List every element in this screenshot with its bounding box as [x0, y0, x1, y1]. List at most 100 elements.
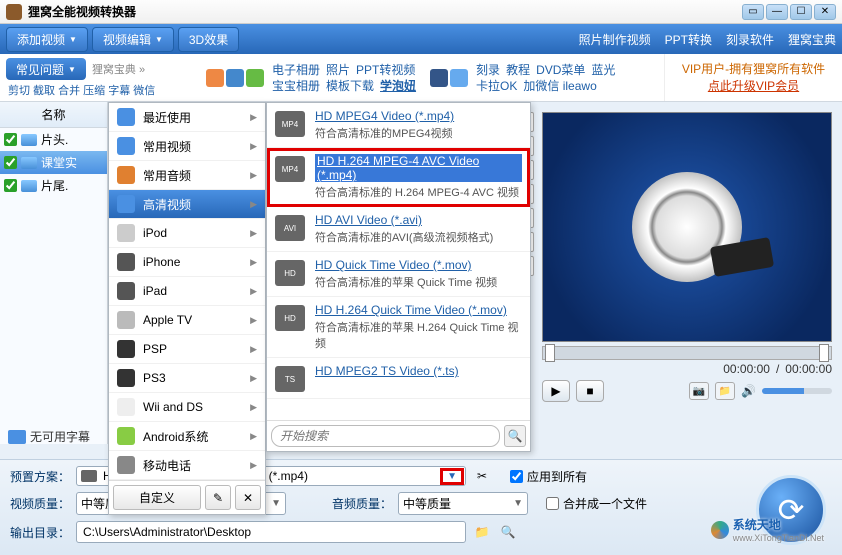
promo-link[interactable]: 卡拉OK	[476, 79, 517, 93]
minimize-button[interactable]: —	[766, 4, 788, 20]
category-item[interactable]: 常用音频▶	[109, 161, 265, 190]
promo-link[interactable]: 模板下载	[326, 79, 374, 93]
delete-button[interactable]: ✕	[235, 485, 261, 510]
format-menu: MP4HD MPEG4 Video (*.mp4)符合高清标准的MPEG4视频M…	[266, 102, 531, 452]
toolbar-link[interactable]: 狸窝宝典	[788, 31, 836, 48]
file-row[interactable]: 片头.	[0, 128, 107, 151]
file-row[interactable]: 片尾.	[0, 174, 107, 197]
chevron-right-icon: ▶	[250, 257, 257, 268]
promo-link[interactable]: 刻录	[476, 63, 500, 77]
play-button[interactable]: ▶	[542, 380, 570, 402]
promo-link[interactable]: 加微信 ileawo	[523, 79, 596, 93]
faq-links-1[interactable]: 剪切 截取 合并 压缩 字幕 微信	[8, 82, 200, 98]
volume-icon[interactable]: 🔊	[741, 384, 756, 398]
format-badge-icon: TS	[275, 366, 305, 392]
vip-text: VIP用户-拥有狸窝所有软件	[665, 60, 842, 77]
promo-link[interactable]: 电子相册	[272, 63, 320, 77]
chevron-right-icon: ▶	[250, 286, 257, 297]
category-item[interactable]: 最近使用▶	[109, 103, 265, 132]
file-row[interactable]: 课堂实	[0, 151, 107, 174]
close-button[interactable]: ✕	[814, 4, 836, 20]
format-desc: 符合高清标准的MPEG4视频	[315, 125, 522, 141]
category-item[interactable]: 高清视频▶	[109, 190, 265, 219]
category-item[interactable]: iPhone▶	[109, 248, 265, 277]
format-item[interactable]: MP4HD MPEG4 Video (*.mp4)符合高清标准的MPEG4视频	[267, 103, 530, 148]
format-badge-icon: AVI	[275, 215, 305, 241]
category-item[interactable]: iPad ▶	[109, 277, 265, 306]
format-item[interactable]: HDHD H.264 Quick Time Video (*.mov)符合高清标…	[267, 297, 530, 358]
format-item[interactable]: TSHD MPEG2 TS Video (*.ts)	[267, 358, 530, 399]
category-item[interactable]: PSP▶	[109, 335, 265, 364]
category-item[interactable]: Wii and DS▶	[109, 393, 265, 422]
format-item[interactable]: MP4HD H.264 MPEG-4 AVC Video (*.mp4)符合高清…	[267, 148, 530, 207]
promo-link[interactable]: 照片	[326, 63, 350, 77]
preview-video[interactable]	[542, 112, 832, 342]
category-icon	[117, 282, 135, 300]
category-icon	[117, 427, 135, 445]
file-checkbox[interactable]	[4, 133, 17, 146]
category-label: 最近使用	[143, 109, 191, 126]
file-checkbox[interactable]	[4, 179, 17, 192]
promo-link[interactable]: 蓝光	[591, 63, 615, 77]
timeline-end-marker[interactable]	[819, 344, 829, 362]
sub-nav: 常见问题 ▼ 狸窝宝典 » 剪切 截取 合并 压缩 字幕 微信 消音 SWF 片…	[0, 54, 842, 102]
preset-label: 预置方案：	[10, 468, 70, 485]
vip-upgrade-link[interactable]: 点此升级VIP会员	[665, 77, 842, 94]
maximize-button[interactable]: ☐	[790, 4, 812, 20]
format-icon	[81, 470, 97, 482]
merge-checkbox[interactable]	[546, 497, 559, 510]
toolbar-link[interactable]: 刻录软件	[726, 31, 774, 48]
output-path-input[interactable]: C:\Users\Administrator\Desktop	[76, 521, 466, 543]
category-icon	[117, 340, 135, 358]
custom-button[interactable]: 自定义	[113, 485, 201, 510]
toolbar-link[interactable]: PPT转换	[665, 31, 712, 48]
settings-button[interactable]: ✂	[472, 466, 492, 486]
vip-box: VIP用户-拥有狸窝所有软件 点此升级VIP会员	[664, 54, 842, 101]
file-checkbox[interactable]	[4, 156, 17, 169]
add-video-button[interactable]: 添加视频▼	[6, 27, 88, 52]
category-item[interactable]: iPod▶	[109, 219, 265, 248]
format-desc: 符合高清标准的 H.264 MPEG-4 AVC 视频	[315, 184, 522, 200]
subtitle-status: 无可用字幕	[8, 428, 90, 445]
promo-link[interactable]: DVD菜单	[536, 63, 585, 77]
promo-link[interactable]: 宝宝相册	[272, 79, 320, 93]
convert-button[interactable]: ⟳	[756, 475, 826, 545]
search-button[interactable]: 🔍	[504, 425, 526, 447]
brand-link[interactable]: 狸窝宝典 »	[92, 57, 151, 77]
audio-quality-combo[interactable]: 中等质量▼	[398, 492, 528, 515]
category-label: 移动电话	[143, 457, 191, 474]
promo-link-bold[interactable]: 学泡妞	[380, 79, 416, 93]
apply-all-checkbox[interactable]	[510, 470, 523, 483]
snapshot-button[interactable]: 📷	[689, 382, 709, 400]
format-item[interactable]: AVIHD AVI Video (*.avi)符合高清标准的AVI(高级流视频格…	[267, 207, 530, 252]
browse-button[interactable]: 📁	[472, 522, 492, 542]
stop-button[interactable]: ■	[576, 380, 604, 402]
category-item[interactable]: 常用视频▶	[109, 132, 265, 161]
open-output-button[interactable]: 🔍	[498, 522, 518, 542]
promo-link[interactable]: PPT转视频	[356, 63, 415, 77]
output-dir-label: 输出目录：	[10, 524, 70, 541]
category-item[interactable]: PS3▶	[109, 364, 265, 393]
category-item[interactable]: Apple TV▶	[109, 306, 265, 335]
category-icon	[117, 108, 135, 126]
3d-effect-button[interactable]: 3D效果	[178, 27, 239, 52]
skin-button[interactable]: ▭	[742, 4, 764, 20]
format-title: HD Quick Time Video (*.mov)	[315, 258, 522, 272]
rename-button[interactable]: ✎	[205, 485, 231, 510]
promo-link[interactable]: 教程	[506, 63, 530, 77]
faq-chip[interactable]: 常见问题 ▼	[6, 58, 86, 80]
chevron-right-icon: ▶	[250, 460, 257, 471]
preset-dropdown-icon[interactable]: ▼	[443, 471, 461, 482]
timeline-slider[interactable]	[542, 346, 832, 360]
volume-slider[interactable]	[762, 388, 832, 394]
format-item[interactable]: HDHD Quick Time Video (*.mov)符合高清标准的苹果 Q…	[267, 252, 530, 297]
timeline-start-marker[interactable]	[545, 344, 555, 362]
category-item[interactable]: Android系统▶	[109, 422, 265, 451]
open-folder-button[interactable]: 📁	[715, 382, 735, 400]
category-label: iPad	[143, 284, 167, 298]
format-search-input[interactable]	[271, 425, 500, 447]
toolbar-link[interactable]: 照片制作视频	[579, 31, 651, 48]
category-label: PSP	[143, 342, 167, 356]
category-item[interactable]: 移动电话 ▶	[109, 451, 265, 480]
video-edit-button[interactable]: 视频编辑▼	[92, 27, 174, 52]
